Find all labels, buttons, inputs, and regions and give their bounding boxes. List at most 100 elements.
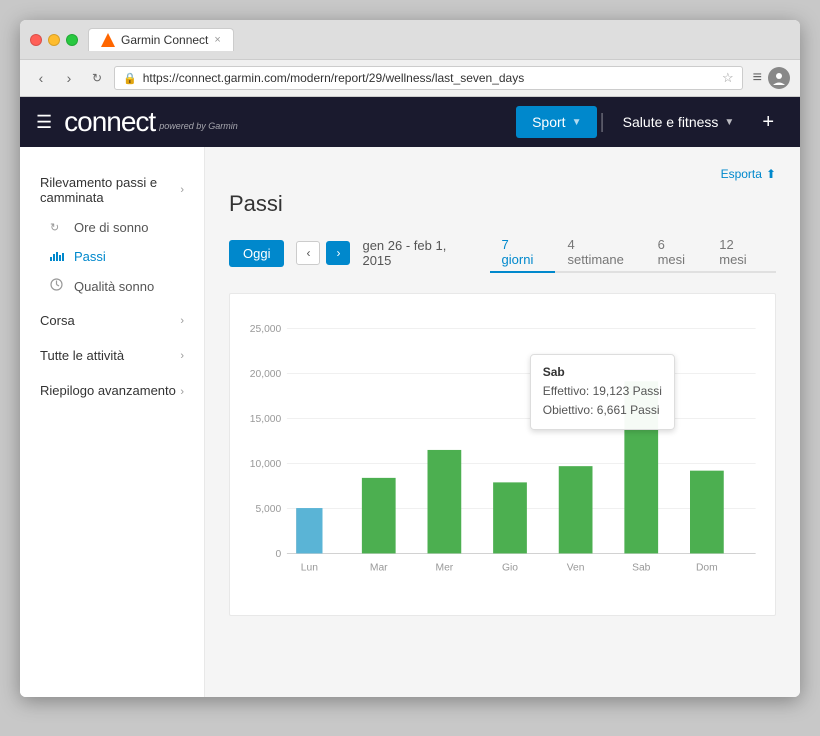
page-title: Passi [229, 191, 776, 217]
svg-text:Ven: Ven [567, 562, 585, 573]
sidebar-section-riepilogo-arrow: › [180, 386, 184, 398]
browser-chrome: Garmin Connect × ‹ › ↻ 🔒 https://connect… [20, 20, 800, 97]
app-header: ☰ connect powered by Garmin Sport ▼ | Sa… [20, 97, 800, 147]
logo-area: connect powered by Garmin [64, 106, 516, 138]
sidebar-section-attivita-title[interactable]: Tutte le attività › [20, 340, 204, 371]
hamburger-icon[interactable]: ☰ [36, 112, 52, 133]
export-label: Esporta [721, 167, 762, 181]
sidebar-section-corsa: Corsa › [20, 305, 204, 336]
svg-text:Mer: Mer [436, 562, 454, 573]
svg-text:Sab: Sab [632, 562, 651, 573]
sidebar-item-passi-label: Passi [74, 249, 106, 264]
bookmark-icon[interactable]: ☆ [722, 70, 734, 86]
browser-menu-icon[interactable]: ≡ [753, 69, 762, 87]
header-nav: Sport ▼ | Salute e fitness ▼ + [516, 105, 784, 140]
today-button[interactable]: Oggi [229, 240, 284, 267]
tab-12mesi[interactable]: 12 mesi [707, 233, 776, 273]
sidebar-item-sonno-label: Ore di sonno [74, 220, 148, 235]
nav-salute-label: Salute e fitness [623, 114, 719, 130]
period-tabs: 7 giorni 4 settimane 6 mesi 12 mesi [490, 233, 776, 273]
reload-button[interactable]: ↻ [86, 67, 108, 89]
sidebar-section-passi-label: Rilevamento passi e camminata [40, 175, 180, 205]
forward-button[interactable]: › [58, 67, 80, 89]
qualita-icon [50, 278, 66, 294]
tab-favicon [101, 33, 115, 47]
nav-arrows: ‹ › [296, 241, 350, 265]
browser-tab[interactable]: Garmin Connect × [88, 28, 234, 51]
export-button[interactable]: Esporta ⬆ [721, 167, 776, 181]
sidebar-section-passi-arrow: › [180, 184, 184, 196]
bar-ven [559, 466, 593, 553]
prev-period-button[interactable]: ‹ [296, 241, 320, 265]
url-text: https://connect.garmin.com/modern/report… [143, 71, 716, 85]
sidebar: Rilevamento passi e camminata › ↻ Ore di… [20, 147, 205, 697]
traffic-lights [30, 34, 78, 46]
chart-svg: 25,000 20,000 15,000 10,000 5,000 0 [240, 310, 765, 600]
date-range: gen 26 - feb 1, 2015 [362, 238, 477, 268]
sidebar-section-riepilogo-title[interactable]: Riepilogo avanzamento › [20, 375, 204, 406]
close-button[interactable] [30, 34, 42, 46]
sidebar-section-corsa-label: Corsa [40, 313, 75, 328]
nav-salute[interactable]: Salute e fitness ▼ [607, 106, 751, 138]
svg-text:10,000: 10,000 [250, 459, 282, 470]
chart-container: Sab Effettivo: 19,123 Passi Obiettivo: 6… [229, 293, 776, 616]
sidebar-section-passi: Rilevamento passi e camminata › ↻ Ore di… [20, 167, 204, 301]
svg-text:Gio: Gio [502, 562, 518, 573]
sidebar-section-corsa-arrow: › [180, 315, 184, 327]
add-section-button[interactable]: + [752, 105, 784, 140]
bar-sab [624, 381, 658, 553]
date-nav: Oggi ‹ › gen 26 - feb 1, 2015 7 giorni 4… [229, 233, 776, 273]
bar-mar [362, 478, 396, 554]
tab-close-button[interactable]: × [214, 34, 220, 46]
svg-text:0: 0 [276, 549, 282, 560]
sidebar-section-corsa-title[interactable]: Corsa › [20, 305, 204, 336]
lock-icon: 🔒 [123, 72, 137, 85]
nav-sport-label: Sport [532, 114, 565, 130]
svg-text:Mar: Mar [370, 562, 388, 573]
bar-dom [690, 471, 724, 554]
nav-salute-arrow: ▼ [724, 117, 734, 128]
app-content: Rilevamento passi e camminata › ↻ Ore di… [20, 147, 800, 697]
sidebar-item-qualita-label: Qualità sonno [74, 279, 154, 294]
sidebar-section-attivita-label: Tutte le attività [40, 348, 124, 363]
browser-titlebar: Garmin Connect × [20, 20, 800, 60]
user-profile-icon[interactable] [768, 67, 790, 89]
svg-text:15,000: 15,000 [250, 414, 282, 425]
tab-4settimane[interactable]: 4 settimane [555, 233, 645, 273]
sidebar-section-attivita: Tutte le attività › [20, 340, 204, 371]
bar-lun-actual [296, 508, 322, 553]
tab-title: Garmin Connect [121, 33, 208, 47]
browser-window: Garmin Connect × ‹ › ↻ 🔒 https://connect… [20, 20, 800, 697]
svg-text:25,000: 25,000 [250, 324, 282, 335]
maximize-button[interactable] [66, 34, 78, 46]
svg-text:Lun: Lun [301, 562, 318, 573]
svg-text:5,000: 5,000 [255, 504, 281, 515]
sidebar-item-qualita[interactable]: Qualità sonno [20, 271, 204, 301]
sidebar-item-passi[interactable]: Passi [20, 242, 204, 271]
sidebar-section-passi-title[interactable]: Rilevamento passi e camminata › [20, 167, 204, 213]
export-icon: ⬆ [766, 167, 776, 181]
browser-nav-bar: ‹ › ↻ 🔒 https://connect.garmin.com/moder… [20, 60, 800, 96]
address-bar[interactable]: 🔒 https://connect.garmin.com/modern/repo… [114, 66, 743, 90]
nav-sport[interactable]: Sport ▼ [516, 106, 597, 138]
logo-powered: powered by Garmin [159, 121, 238, 131]
passi-icon [50, 250, 66, 264]
nav-sport-arrow: ▼ [572, 117, 582, 128]
next-period-button[interactable]: › [326, 241, 350, 265]
tab-6mesi[interactable]: 6 mesi [646, 233, 708, 273]
minimize-button[interactable] [48, 34, 60, 46]
sidebar-section-attivita-arrow: › [180, 350, 184, 362]
logo-text: connect [64, 106, 155, 138]
sidebar-item-sonno[interactable]: ↻ Ore di sonno [20, 213, 204, 242]
bar-gio [493, 482, 527, 553]
tab-7giorni[interactable]: 7 giorni [490, 233, 556, 273]
sidebar-items-passi: ↻ Ore di sonno Passi Qualità sonno [20, 213, 204, 301]
export-bar: Esporta ⬆ [229, 167, 776, 181]
back-button[interactable]: ‹ [30, 67, 52, 89]
svg-text:Dom: Dom [696, 562, 718, 573]
sidebar-section-riepilogo-label: Riepilogo avanzamento [40, 383, 176, 398]
browser-tabs: Garmin Connect × [88, 28, 790, 51]
sonno-icon: ↻ [50, 221, 66, 234]
bar-mer [428, 450, 462, 554]
svg-text:20,000: 20,000 [250, 369, 282, 380]
